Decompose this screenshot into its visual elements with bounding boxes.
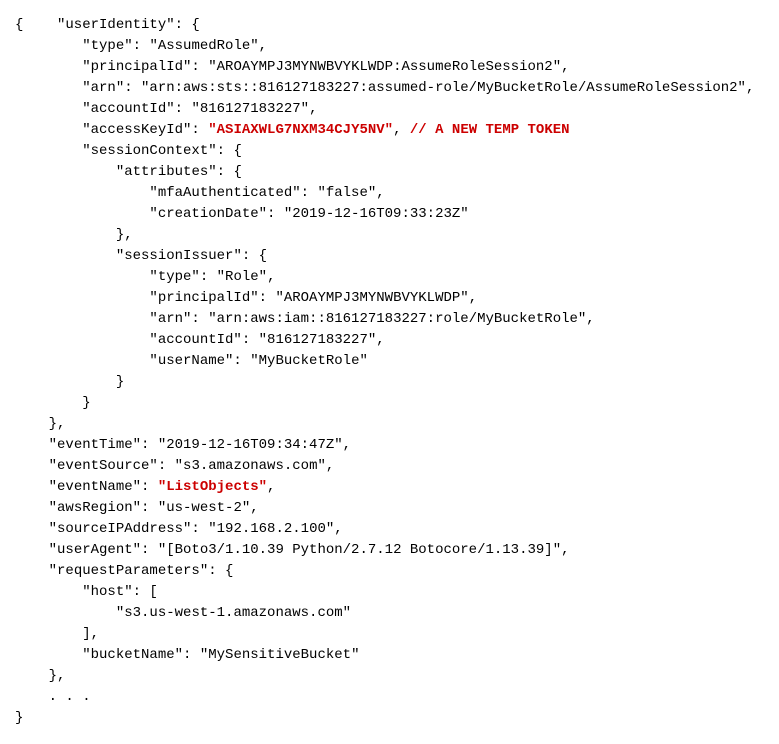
eventname-highlight: "ListObjects"	[158, 479, 267, 495]
issuer-username-value: "MyBucketRole"	[250, 353, 368, 369]
eventsource-value: "s3.amazonaws.com"	[175, 458, 326, 474]
arn-value: "arn:aws:sts::816127183227:assumed-role/…	[141, 80, 746, 96]
json-text: } } }, "eventTime":	[15, 374, 158, 453]
principalid-value: "AROAYMPJ3MYNWBVYKLWDP:AssumeRoleSession…	[208, 59, 561, 75]
accesskey-comment-highlight: // A NEW TEMP TOKEN	[410, 122, 570, 138]
creationdate-value: "2019-12-16T09:33:23Z"	[284, 206, 469, 222]
json-text: ], "bucketName":	[15, 626, 200, 663]
awsregion-value: "us-west-2"	[158, 500, 250, 516]
json-text: ,	[393, 122, 410, 138]
issuer-principalid-value: "AROAYMPJ3MYNWBVYKLWDP"	[275, 290, 468, 306]
host-value: "s3.us-west-1.amazonaws.com"	[116, 605, 351, 621]
mfa-value: "false"	[317, 185, 376, 201]
issuer-type-value: "Role"	[217, 269, 267, 285]
issuer-accountid-value: "816127183227"	[259, 332, 377, 348]
accesskeyid-highlight: "ASIAXWLG7NXM34CJY5NV"	[208, 122, 393, 138]
json-text: "sessionContext": { "attributes": { "mfa…	[15, 143, 317, 201]
useragent-value: "[Boto3/1.10.39 Python/2.7.12 Botocore/1…	[158, 542, 561, 558]
eventtime-value: "2019-12-16T09:34:47Z"	[158, 437, 343, 453]
issuer-arn-value: "arn:aws:iam::816127183227:role/MyBucket…	[208, 311, 586, 327]
sourceip-value: "192.168.2.100"	[208, 521, 334, 537]
type-value: "AssumedRole"	[149, 38, 258, 54]
json-code-block: { "userIdentity": { "type": "AssumedRole…	[15, 15, 764, 729]
accountid-value: "816127183227"	[191, 101, 309, 117]
bucketname-value: "MySensitiveBucket"	[200, 647, 360, 663]
json-text: }, . . . }	[15, 668, 91, 726]
